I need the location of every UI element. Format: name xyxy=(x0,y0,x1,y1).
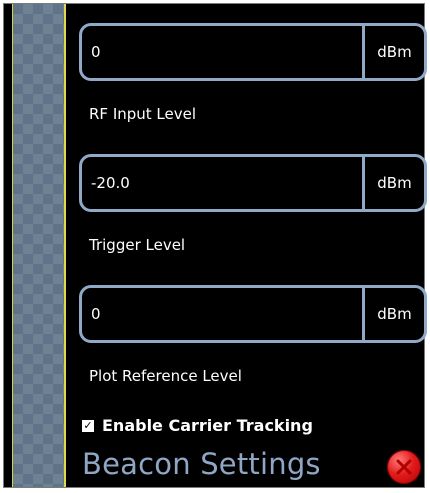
rf-input-level-label: RF Input Level xyxy=(89,105,197,123)
plot-reference-level-field[interactable]: 0 dBm xyxy=(79,285,427,343)
rf-input-level-field[interactable]: 0 dBm xyxy=(79,23,427,81)
panel-title: Beacon Settings xyxy=(82,447,321,481)
close-button[interactable] xyxy=(387,450,421,484)
enable-carrier-tracking-checkbox[interactable]: ✓ xyxy=(82,419,94,432)
rf-input-level-unit: dBm xyxy=(362,26,424,78)
trigger-level-unit: dBm xyxy=(362,157,424,209)
trigger-level-field[interactable]: -20.0 dBm xyxy=(79,154,427,212)
trigger-level-value[interactable]: -20.0 xyxy=(91,157,130,209)
left-side-strip xyxy=(12,4,66,487)
trigger-level-label: Trigger Level xyxy=(89,236,186,254)
plot-reference-level-unit: dBm xyxy=(362,288,424,340)
enable-carrier-tracking-label: Enable Carrier Tracking xyxy=(102,416,313,435)
enable-carrier-tracking-option[interactable]: ✓ Enable Carrier Tracking xyxy=(82,416,313,435)
beacon-settings-panel: 0 dBm RF Input Level -20.0 dBm Trigger L… xyxy=(3,3,427,488)
close-icon xyxy=(396,459,412,475)
plot-reference-level-value[interactable]: 0 xyxy=(91,288,101,340)
plot-reference-level-label: Plot Reference Level xyxy=(89,367,242,385)
rf-input-level-value[interactable]: 0 xyxy=(91,26,101,78)
